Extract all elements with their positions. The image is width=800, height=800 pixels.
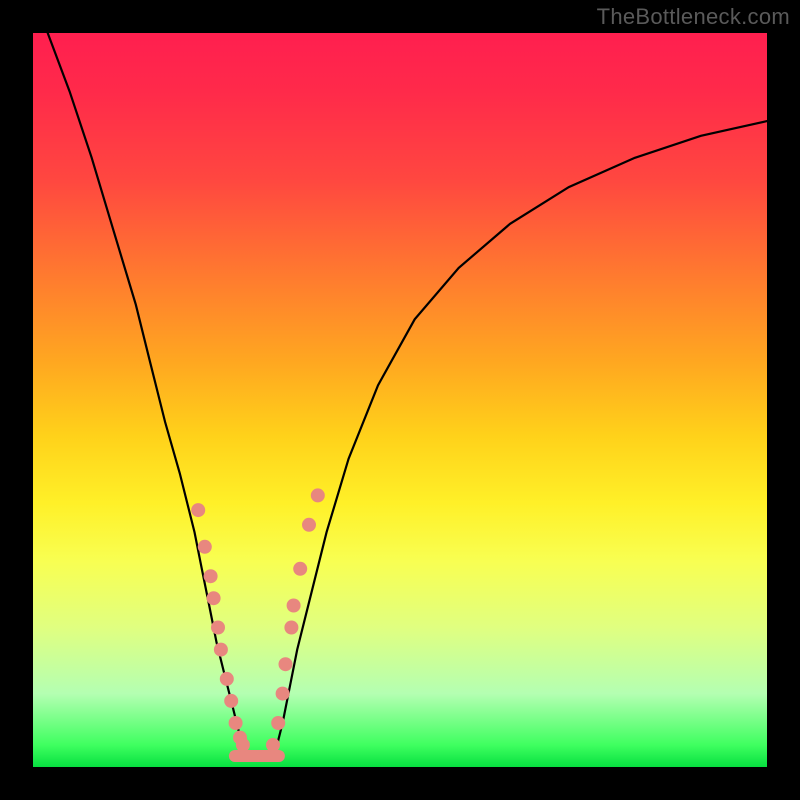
left-curve xyxy=(48,33,246,752)
data-dot xyxy=(211,621,225,635)
data-dot xyxy=(204,569,218,583)
data-dot xyxy=(220,672,234,686)
data-dot xyxy=(279,657,293,671)
right-curve xyxy=(275,121,767,752)
data-dot xyxy=(207,591,221,605)
data-dot xyxy=(191,503,205,517)
watermark-text: TheBottleneck.com xyxy=(597,4,790,30)
outer-frame: TheBottleneck.com xyxy=(0,0,800,800)
data-dot xyxy=(287,599,301,613)
data-dot xyxy=(284,621,298,635)
data-dot xyxy=(214,643,228,657)
data-dot xyxy=(229,716,243,730)
plot-area xyxy=(33,33,767,767)
chart-svg xyxy=(33,33,767,767)
data-dot xyxy=(311,488,325,502)
data-dot xyxy=(198,540,212,554)
data-dot xyxy=(276,687,290,701)
data-dot xyxy=(224,694,238,708)
data-dot xyxy=(236,738,250,752)
data-dot xyxy=(266,738,280,752)
data-dot xyxy=(302,518,316,532)
data-dot xyxy=(293,562,307,576)
data-dot xyxy=(271,716,285,730)
